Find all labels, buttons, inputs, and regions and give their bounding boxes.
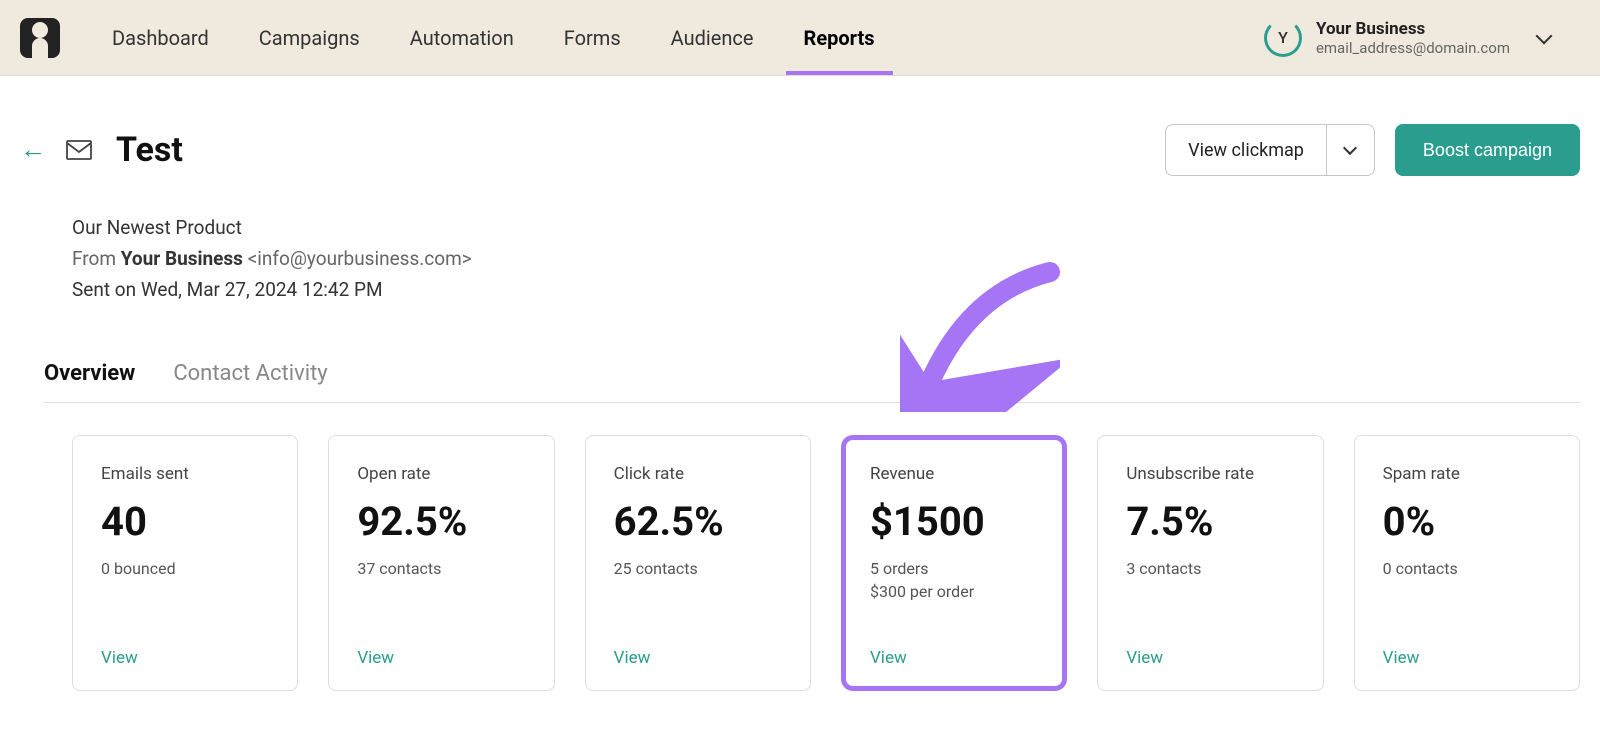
page-title: Test [116,130,183,170]
metric-label: Revenue [870,464,1038,484]
metric-label: Emails sent [101,464,269,484]
metric-label: Click rate [614,464,782,484]
metric-card-spam-rate: Spam rate 0% 0 contacts View [1354,435,1580,691]
from-label: From [72,247,121,270]
metric-value: 7.5% [1126,498,1294,545]
from-name: Your Business [121,247,243,270]
nav-item-campaigns[interactable]: Campaigns [255,2,364,74]
metric-card-emails-sent: Emails sent 40 0 bounced View [72,435,298,691]
metric-view-link[interactable]: View [870,648,1038,668]
nav-item-audience[interactable]: Audience [667,2,758,74]
metric-value: 62.5% [614,498,782,545]
metric-subtext: 3 contacts [1126,559,1294,578]
back-arrow-icon[interactable]: ← [20,137,46,163]
metric-label: Unsubscribe rate [1126,464,1294,484]
report-tabs: Overview Contact Activity [44,361,1580,403]
view-clickmap-button[interactable]: View clickmap [1166,125,1326,175]
main-content: ← Test View clickmap Boost campaign Our … [0,76,1600,711]
metric-subtext: 5 orders [870,559,1038,578]
nav-item-forms[interactable]: Forms [560,2,625,74]
account-menu[interactable]: Y Your Business email_address@domain.com [1264,19,1580,57]
account-name: Your Business [1316,19,1510,39]
account-text: Your Business email_address@domain.com [1316,19,1510,57]
metric-label: Spam rate [1383,464,1551,484]
from-email: <info@yourbusiness.com> [243,247,472,270]
metric-card-open-rate: Open rate 92.5% 37 contacts View [328,435,554,691]
campaign-subject: Our Newest Product [72,216,1580,239]
metric-value: 92.5% [357,498,525,545]
nav-item-dashboard[interactable]: Dashboard [108,2,213,74]
header-actions: View clickmap Boost campaign [1165,124,1580,176]
top-navigation: Dashboard Campaigns Automation Forms Audienc… [0,0,1600,76]
metric-subtext: $300 per order [870,582,1038,601]
metric-label: Open rate [357,464,525,484]
metric-card-click-rate: Click rate 62.5% 25 contacts View [585,435,811,691]
boost-campaign-button[interactable]: Boost campaign [1395,124,1580,176]
metric-card-revenue: Revenue $1500 5 orders $300 per order View [841,435,1067,691]
metric-subtext: 0 contacts [1383,559,1551,578]
avatar-initial: Y [1278,28,1288,47]
tab-overview[interactable]: Overview [44,361,135,402]
campaign-meta: Our Newest Product From Your Business <i… [72,216,1580,301]
metric-value: 0% [1383,498,1551,545]
account-email: email_address@domain.com [1316,39,1510,57]
title-group: ← Test [20,130,183,170]
app-logo[interactable] [20,18,60,58]
page-header: ← Test View clickmap Boost campaign [20,124,1580,176]
mail-icon [66,140,92,160]
metric-card-unsubscribe-rate: Unsubscribe rate 7.5% 3 contacts View [1097,435,1323,691]
chevron-down-icon [1536,27,1553,44]
metric-view-link[interactable]: View [1126,648,1294,668]
metric-view-link[interactable]: View [1383,648,1551,668]
metric-value: 40 [101,498,269,545]
main-nav: Dashboard Campaigns Automation Forms Audienc… [108,2,1264,74]
metric-value: $1500 [870,498,1038,545]
campaign-sent-on: Sent on Wed, Mar 27, 2024 12:42 PM [72,278,1580,301]
metric-cards: Emails sent 40 0 bounced View Open rate 92.5%… [72,435,1580,691]
metric-view-link[interactable]: View [614,648,782,668]
metric-subtext: 25 contacts [614,559,782,578]
nav-item-reports[interactable]: Reports [800,2,879,74]
tab-contact-activity[interactable]: Contact Activity [173,361,327,402]
metric-view-link[interactable]: View [357,648,525,668]
metric-view-link[interactable]: View [101,648,269,668]
avatar: Y [1264,19,1302,57]
nav-item-automation[interactable]: Automation [406,2,518,74]
metric-subtext: 0 bounced [101,559,269,578]
campaign-from: From Your Business <info@yourbusiness.co… [72,247,1580,270]
view-clickmap-dropdown: View clickmap [1165,124,1375,176]
metric-subtext: 37 contacts [357,559,525,578]
chevron-down-icon [1343,141,1357,155]
view-clickmap-caret[interactable] [1326,125,1374,175]
